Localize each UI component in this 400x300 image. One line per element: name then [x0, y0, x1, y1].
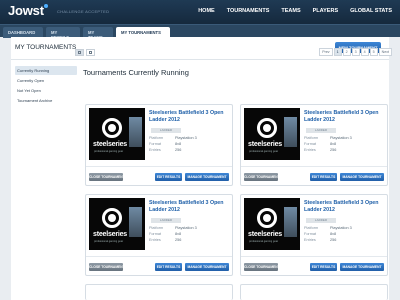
tournament-card: steelseries professional gaming gear Ste… [85, 104, 233, 186]
tournament-thumbnail[interactable]: steelseries professional gaming gear [89, 198, 145, 250]
card-actions: CLOSE TOURNAMENT EDIT RESULTS MANAGE TOU… [241, 166, 387, 185]
view-toggle [75, 49, 95, 56]
format-row: Format 8v8 [149, 142, 182, 146]
sidebar-item-currently-running[interactable]: Currently Running [15, 66, 77, 75]
platform-row: Platform Playstation 3 [149, 136, 197, 140]
edit-results-button[interactable]: EDIT RESULTS [310, 173, 337, 181]
game-cover-art [284, 207, 297, 237]
pagination-page[interactable]: 5 [369, 48, 378, 56]
page-title: MY TOURNAMENTS [15, 44, 77, 51]
top-navigation-bar: Jowst CHALLENGE ACCEPTED HOME TOURNAMENT… [0, 0, 400, 24]
tournament-thumbnail[interactable]: steelseries professional gaming gear [244, 198, 300, 250]
entries-row: Entries 256 [149, 238, 182, 242]
pagination-page[interactable]: 1 [333, 48, 342, 56]
thumbnail-brand-text: steelseries [93, 141, 127, 148]
game-cover-art [129, 207, 142, 237]
thumbnail-brand-subtext: professional gaming gear [94, 150, 124, 153]
card-actions: CLOSE TOURNAMENT EDIT RESULTS MANAGE TOU… [241, 256, 387, 275]
tournament-card: steelseries professional gaming gear Ste… [240, 104, 388, 186]
close-tournament-button[interactable]: CLOSE TOURNAMENT [244, 173, 280, 181]
manage-tournament-button[interactable]: MANAGE TOURNAMENT [340, 263, 384, 271]
entries-row: Entries 256 [304, 238, 337, 242]
sidebar-item-not-yet-open[interactable]: Not Yet Open [15, 86, 77, 95]
game-cover-art [284, 117, 297, 147]
pagination-page[interactable]: 3 [351, 48, 360, 56]
platform-row: Platform Playstation 3 [149, 226, 197, 230]
thumbnail-brand-text: steelseries [93, 231, 127, 238]
thumbnail-brand-text: steelseries [248, 141, 282, 148]
tournament-type-badge: LADDER [151, 128, 181, 133]
tournament-type-badge: LADDER [306, 218, 336, 223]
sidebar-item-currently-open[interactable]: Currently Open [15, 76, 77, 85]
steelseries-logo-icon [257, 208, 277, 228]
thumbnail-brand-subtext: professional gaming gear [94, 240, 124, 243]
section-title: Tournaments Currently Running [83, 68, 189, 77]
tournament-title[interactable]: Steelseries Battlefield 3 Open Ladder 20… [149, 110, 231, 123]
steelseries-logo-icon [257, 118, 277, 138]
tournament-thumbnail[interactable]: steelseries professional gaming gear [89, 108, 145, 160]
card-actions: CLOSE TOURNAMENT EDIT RESULTS MANAGE TOU… [86, 166, 232, 185]
format-row: Format 8v8 [304, 232, 337, 236]
tournament-title[interactable]: Steelseries Battlefield 3 Open Ladder 20… [149, 200, 231, 213]
nav-teams[interactable]: TEAMS [281, 8, 300, 14]
format-row: Format 8v8 [149, 232, 182, 236]
edit-results-button[interactable]: EDIT RESULTS [310, 263, 337, 271]
entries-row: Entries 256 [149, 148, 182, 152]
pagination-page[interactable]: 4 [360, 48, 369, 56]
nav-tournaments[interactable]: TOURNAMENTS [227, 8, 270, 14]
tournament-card: steelseries professional gaming gear Ste… [85, 194, 233, 276]
manage-tournament-button[interactable]: MANAGE TOURNAMENT [185, 173, 229, 181]
game-cover-art [129, 117, 142, 147]
nav-home[interactable]: HOME [198, 8, 215, 14]
steelseries-logo-icon [102, 208, 122, 228]
entries-row: Entries 256 [304, 148, 337, 152]
nav-global-stats[interactable]: GLOBAL STATS [350, 8, 392, 14]
close-tournament-button[interactable]: CLOSE TOURNAMENT [244, 263, 280, 271]
main-nav: HOME TOURNAMENTS TEAMS PLAYERS GLOBAL ST… [198, 8, 392, 14]
logo-dot-icon [43, 4, 48, 8]
list-view-icon[interactable] [86, 49, 95, 56]
grid-view-icon[interactable] [75, 49, 84, 56]
tournament-type-badge: LADDER [151, 218, 181, 223]
pagination-page[interactable]: 2 [342, 48, 351, 56]
account-tab-bar: DASHBOARD MY PROFILE MY TEAMS MY TOURNAM… [0, 24, 400, 40]
tournament-card [85, 284, 233, 300]
nav-players[interactable]: PLAYERS [313, 8, 338, 14]
tournament-type-badge: LADDER [306, 128, 336, 133]
tournament-card: steelseries professional gaming gear Ste… [240, 194, 388, 276]
thumbnail-brand-subtext: professional gaming gear [249, 150, 279, 153]
tournament-title[interactable]: Steelseries Battlefield 3 Open Ladder 20… [304, 200, 386, 213]
tournament-card [240, 284, 388, 300]
tournament-thumbnail[interactable]: steelseries professional gaming gear [244, 108, 300, 160]
tournament-title[interactable]: Steelseries Battlefield 3 Open Ladder 20… [304, 110, 386, 123]
format-row: Format 8v8 [304, 142, 337, 146]
thumbnail-brand-text: steelseries [248, 231, 282, 238]
thumbnail-brand-subtext: professional gaming gear [249, 240, 279, 243]
platform-row: Platform Playstation 3 [304, 136, 352, 140]
pagination: Prev 1 2 3 4 5 Next [319, 48, 392, 56]
card-actions: CLOSE TOURNAMENT EDIT RESULTS MANAGE TOU… [86, 256, 232, 275]
sidebar-item-tournament-archive[interactable]: Tournament Archive [15, 96, 77, 105]
tagline: CHALLENGE ACCEPTED [57, 9, 110, 14]
close-tournament-button[interactable]: CLOSE TOURNAMENT [89, 173, 125, 181]
divider [11, 59, 389, 60]
edit-results-button[interactable]: EDIT RESULTS [155, 173, 182, 181]
manage-tournament-button[interactable]: MANAGE TOURNAMENT [185, 263, 229, 271]
pagination-next[interactable]: Next [378, 48, 392, 56]
tournament-filter-sidebar: Currently Running Currently Open Not Yet… [15, 66, 77, 106]
edit-results-button[interactable]: EDIT RESULTS [155, 263, 182, 271]
pagination-prev[interactable]: Prev [319, 48, 333, 56]
steelseries-logo-icon [102, 118, 122, 138]
site-logo[interactable]: Jowst [8, 3, 48, 18]
manage-tournament-button[interactable]: MANAGE TOURNAMENT [340, 173, 384, 181]
logo-text: Jowst [8, 3, 44, 18]
platform-row: Platform Playstation 3 [304, 226, 352, 230]
close-tournament-button[interactable]: CLOSE TOURNAMENT [89, 263, 125, 271]
